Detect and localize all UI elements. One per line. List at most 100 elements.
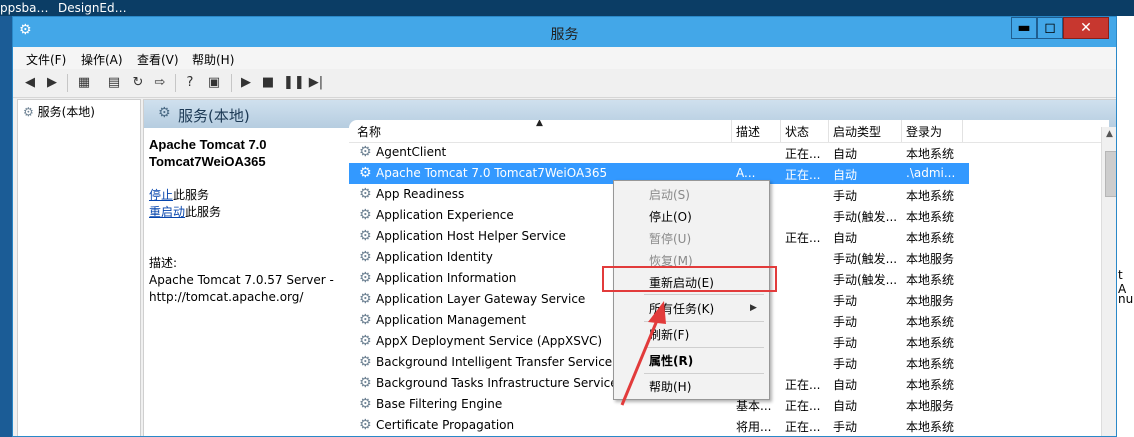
close-button[interactable]: ✕ bbox=[1063, 17, 1109, 39]
stop-service-link[interactable]: 停止 bbox=[149, 188, 173, 202]
service-logon-cell: 本地系统 bbox=[906, 231, 955, 245]
back-arrow-icon[interactable]: ◀ bbox=[21, 74, 39, 92]
services-window: ⚙ 服务 ▬ ◻ ✕ 文件(F) 操作(A) 查看(V) 帮助(H) ◀ ▶ ▦… bbox=[12, 16, 1117, 437]
service-startup-cell: 手动 bbox=[833, 189, 858, 203]
restart-service-suffix: 此服务 bbox=[185, 205, 222, 219]
service-startup-cell: 手动(触发... bbox=[833, 210, 898, 224]
services-gear-icon: ⚙ bbox=[23, 105, 34, 119]
service-startup-cell: 手动 bbox=[833, 315, 858, 329]
service-gear-icon: ⚙ bbox=[359, 417, 372, 433]
service-status-cell: 正在... bbox=[785, 399, 821, 413]
maximize-button[interactable]: ◻ bbox=[1037, 17, 1063, 39]
service-startup-cell: 手动 bbox=[833, 336, 858, 350]
forward-arrow-icon[interactable]: ▶ bbox=[43, 74, 61, 92]
column-divider[interactable] bbox=[780, 120, 781, 142]
service-startup-cell: 自动 bbox=[833, 147, 858, 161]
export-list-icon[interactable]: ⇨ bbox=[151, 74, 169, 92]
service-logon-cell: 本地系统 bbox=[906, 420, 955, 434]
service-gear-icon: ⚙ bbox=[359, 333, 372, 349]
ctx-pause[interactable]: 暂停(U) bbox=[649, 230, 691, 247]
service-desc-cell: 将用... bbox=[736, 420, 772, 434]
service-gear-icon: ⚙ bbox=[359, 228, 372, 244]
stop-service-suffix: 此服务 bbox=[173, 188, 210, 202]
ctx-start[interactable]: 启动(S) bbox=[649, 186, 690, 203]
stop-service-icon[interactable]: ■ bbox=[259, 74, 277, 92]
taskbar: ppsba… DesignEd… bbox=[0, 0, 1134, 16]
column-header-status[interactable]: 状态 bbox=[785, 123, 809, 140]
service-startup-cell: 手动(触发... bbox=[833, 273, 898, 287]
service-startup-cell: 自动 bbox=[833, 168, 858, 182]
service-name-cell: AgentClient bbox=[376, 145, 447, 159]
service-gear-icon: ⚙ bbox=[359, 186, 372, 202]
service-logon-cell: 本地系统 bbox=[906, 315, 955, 329]
taskbar-item-right[interactable]: DesignEd… bbox=[58, 1, 127, 15]
menu-view[interactable]: 查看(V) bbox=[137, 51, 179, 68]
service-logon-cell: 本地系统 bbox=[906, 210, 955, 224]
menu-help[interactable]: 帮助(H) bbox=[192, 51, 234, 68]
toolbar-separator bbox=[67, 74, 68, 92]
ctx-separator bbox=[644, 373, 764, 374]
scroll-thumb[interactable] bbox=[1105, 151, 1116, 197]
list-header: ▲ 名称 描述 状态 启动类型 登录为 bbox=[349, 120, 1109, 143]
column-divider[interactable] bbox=[828, 120, 829, 142]
ctx-all-tasks[interactable]: 所有任务(K) bbox=[649, 300, 714, 317]
service-startup-cell: 手动 bbox=[833, 357, 858, 371]
service-gear-icon: ⚙ bbox=[359, 144, 372, 160]
column-divider[interactable] bbox=[731, 120, 732, 142]
service-startup-cell: 自动 bbox=[833, 378, 858, 392]
ctx-stop[interactable]: 停止(O) bbox=[649, 208, 692, 225]
minimize-button[interactable]: ▬ bbox=[1011, 17, 1037, 39]
column-header-name[interactable]: 名称 bbox=[357, 123, 381, 140]
column-header-startup-type[interactable]: 启动类型 bbox=[833, 123, 881, 140]
vertical-scrollbar[interactable]: ▲ bbox=[1101, 127, 1116, 436]
tree-node-services-local[interactable]: ⚙ 服务(本地) bbox=[23, 103, 95, 120]
column-header-description[interactable]: 描述 bbox=[736, 123, 760, 140]
properties-sheet-icon[interactable]: ▤ bbox=[105, 74, 123, 92]
service-row[interactable]: ⚙ Certificate Propagation 将用... 正在... 手动 本地系统 bbox=[349, 415, 969, 436]
toolbar-separator bbox=[175, 74, 176, 92]
annotation-highlight-box bbox=[602, 266, 777, 292]
scroll-up-arrow-icon[interactable]: ▲ bbox=[1106, 129, 1113, 139]
column-header-logon-as[interactable]: 登录为 bbox=[906, 123, 942, 140]
service-startup-cell: 手动 bbox=[833, 294, 858, 308]
show-hide-icon[interactable]: ▣ bbox=[205, 74, 223, 92]
column-divider[interactable] bbox=[962, 120, 963, 142]
help-book-icon[interactable]: ? bbox=[181, 74, 199, 92]
ctx-help[interactable]: 帮助(H) bbox=[649, 378, 691, 395]
description-line2: http://tomcat.apache.org/ bbox=[149, 290, 304, 304]
tree-node-label: 服务(本地) bbox=[37, 105, 95, 119]
service-gear-icon: ⚙ bbox=[359, 270, 372, 286]
refresh-icon[interactable]: ↻ bbox=[129, 74, 147, 92]
service-gear-icon: ⚙ bbox=[359, 354, 372, 370]
console-tree-icon[interactable]: ▦ bbox=[75, 74, 93, 92]
service-startup-cell: 手动(触发... bbox=[833, 252, 898, 266]
pause-service-icon[interactable]: ❚❚ bbox=[283, 74, 305, 92]
desktop-right-glyph: nu bbox=[1118, 292, 1134, 306]
service-logon-cell: 本地服务 bbox=[906, 294, 955, 308]
column-divider[interactable] bbox=[901, 120, 902, 142]
title-bar[interactable]: ⚙ 服务 ▬ ◻ ✕ bbox=[13, 17, 1116, 47]
service-name-cell: Certificate Propagation bbox=[376, 418, 515, 432]
service-desc-cell: A... bbox=[736, 166, 756, 180]
ctx-properties[interactable]: 属性(R) bbox=[649, 352, 693, 369]
ctx-separator bbox=[644, 294, 764, 295]
submenu-arrow-icon: ▶ bbox=[750, 303, 757, 313]
service-status-cell: 正在... bbox=[785, 168, 821, 182]
start-service-icon[interactable]: ▶ bbox=[237, 74, 255, 92]
restart-service-icon[interactable]: ▶| bbox=[307, 74, 325, 92]
restart-service-link[interactable]: 重启动 bbox=[149, 205, 185, 219]
ctx-refresh[interactable]: 刷新(F) bbox=[649, 326, 689, 343]
service-logon-cell: 本地服务 bbox=[906, 252, 955, 266]
service-logon-cell: 本地系统 bbox=[906, 189, 955, 203]
description-line1: Apache Tomcat 7.0.57 Server - bbox=[149, 273, 334, 287]
menu-file[interactable]: 文件(F) bbox=[26, 51, 66, 68]
taskbar-item-left[interactable]: ppsba… bbox=[0, 1, 48, 15]
service-logon-cell: 本地服务 bbox=[906, 399, 955, 413]
service-gear-icon: ⚙ bbox=[359, 396, 372, 412]
ctx-separator bbox=[644, 321, 764, 322]
service-logon-cell: 本地系统 bbox=[906, 273, 955, 287]
service-row[interactable]: ⚙ AgentClient 正在... 自动 本地系统 bbox=[349, 142, 969, 163]
service-logon-cell: 本地系统 bbox=[906, 378, 955, 392]
menu-action[interactable]: 操作(A) bbox=[81, 51, 123, 68]
menu-bar: 文件(F) 操作(A) 查看(V) 帮助(H) bbox=[13, 47, 1116, 69]
